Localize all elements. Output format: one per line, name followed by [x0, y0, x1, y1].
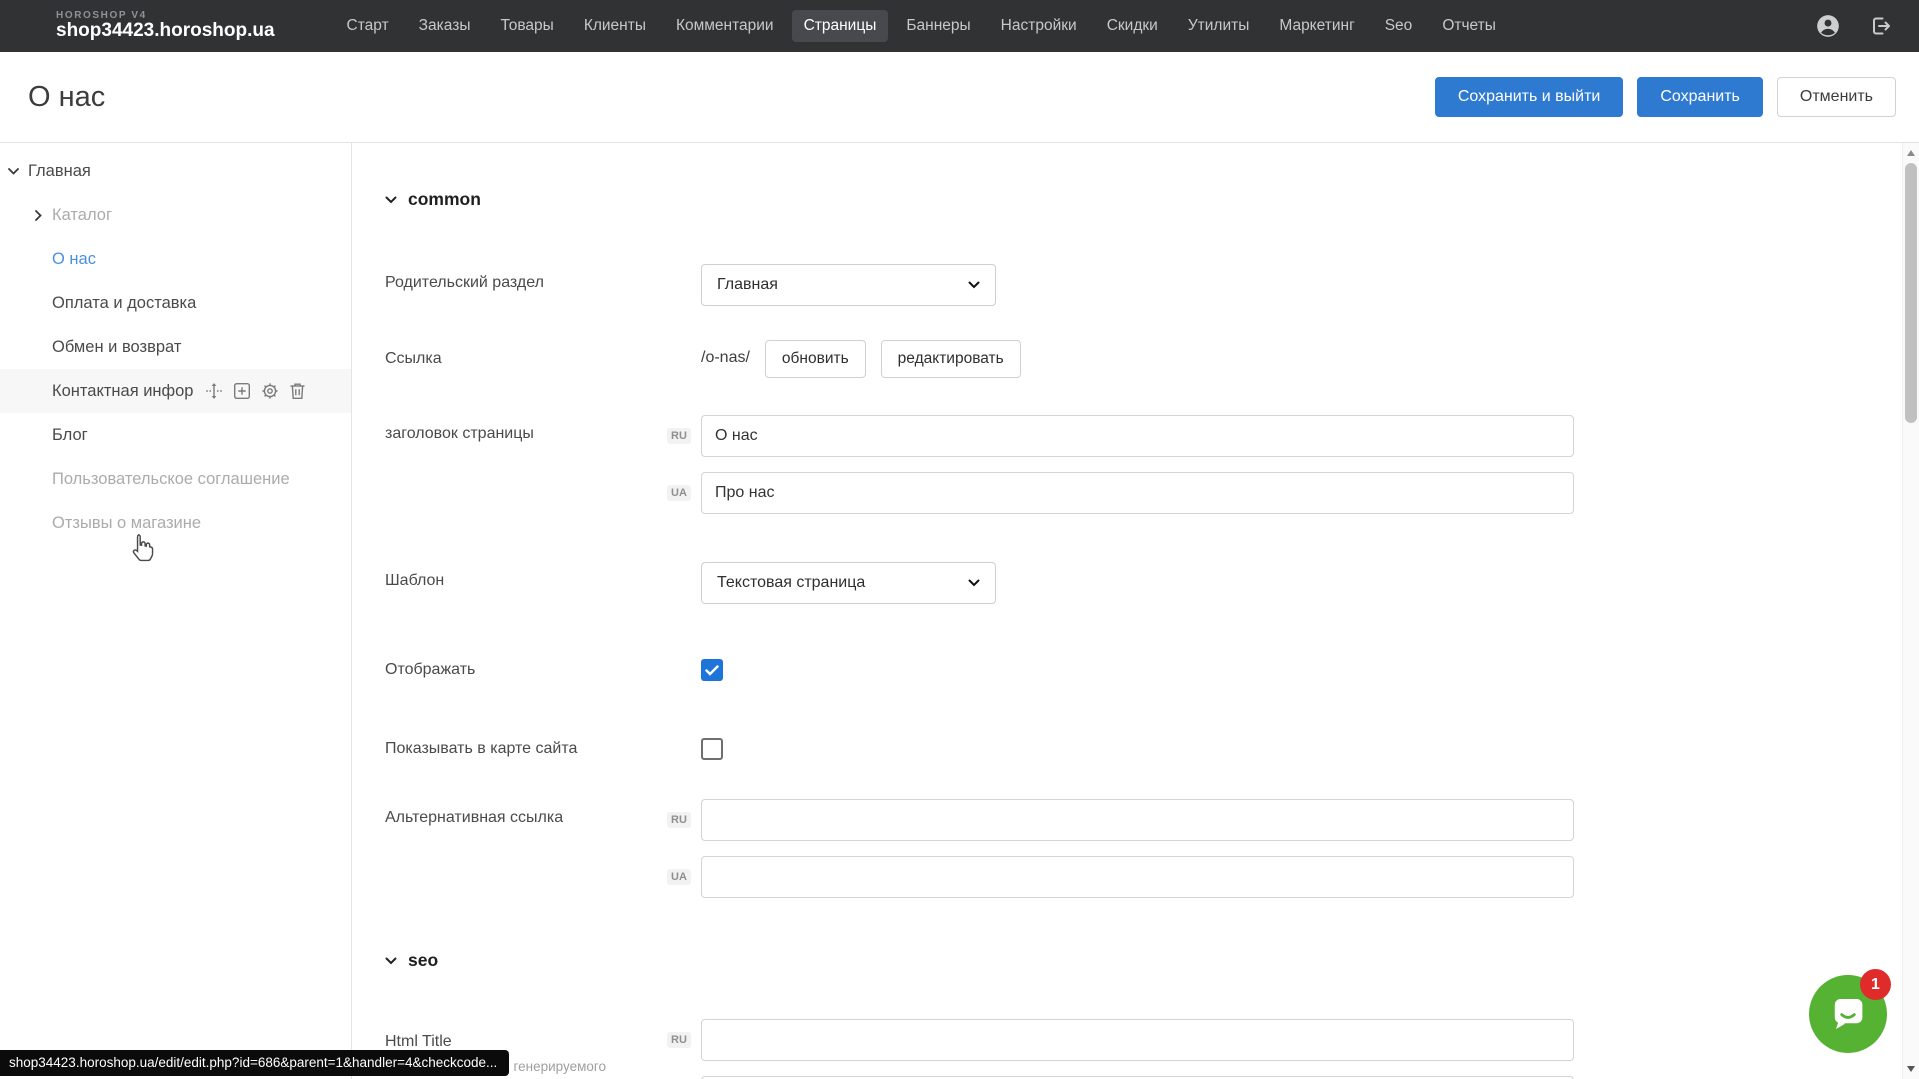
sitemap-label: Показывать в карте сайта — [385, 730, 701, 758]
lang-ru-badge: RU — [667, 428, 691, 444]
tree-item-actions — [205, 382, 306, 400]
sidebar-item-label: О нас — [52, 250, 96, 269]
scrollbar-thumb[interactable] — [1905, 163, 1917, 423]
sidebar-item[interactable]: Главная — [0, 149, 351, 193]
html-title-label: Html Title — [385, 1029, 701, 1051]
save-button[interactable]: Сохранить — [1637, 77, 1763, 117]
section-common[interactable]: common — [385, 189, 1879, 210]
html-title-ru-input[interactable] — [701, 1019, 1574, 1061]
topbar-menu: СтартЗаказыТоварыКлиентыКомментарииСтран… — [335, 10, 1508, 42]
display-label: Отображать — [385, 651, 701, 679]
lang-ua-badge: UA — [667, 485, 691, 501]
gear-icon[interactable] — [261, 382, 279, 400]
chevron-down-icon — [968, 579, 980, 587]
template-value: Текстовая страница — [717, 574, 865, 592]
chat-bubble-icon — [1825, 991, 1871, 1037]
sidebar-item[interactable]: Оплата и доставка — [0, 281, 351, 325]
sidebar-item[interactable]: О нас — [0, 237, 351, 281]
account-icon[interactable] — [1815, 13, 1841, 39]
menu-item-старт[interactable]: Старт — [335, 10, 401, 42]
menu-item-комментарии[interactable]: Комментарии — [664, 10, 786, 42]
section-title: common — [408, 189, 481, 210]
chevron-down-icon — [385, 196, 397, 204]
menu-item-клиенты[interactable]: Клиенты — [572, 10, 658, 42]
menu-item-настройки[interactable]: Настройки — [989, 10, 1089, 42]
chevron-right-icon[interactable] — [33, 212, 44, 219]
refresh-link-button[interactable]: обновить — [765, 340, 866, 378]
page-title-field-label: заголовок страницы — [385, 415, 701, 443]
link-label: Ссылка — [385, 340, 701, 368]
scroll-up-arrow[interactable] — [1903, 145, 1919, 161]
chevron-down-icon — [968, 281, 980, 289]
menu-item-утилиты[interactable]: Утилиты — [1176, 10, 1262, 42]
check-icon — [705, 665, 719, 676]
sidebar-item[interactable]: Пользовательское соглашение — [0, 457, 351, 501]
lang-ru-badge: RU — [667, 812, 691, 828]
section-title: seo — [408, 950, 438, 971]
lang-ru-badge: RU — [667, 1032, 691, 1048]
chevron-down-icon[interactable] — [8, 168, 19, 175]
template-select[interactable]: Текстовая страница — [701, 562, 996, 604]
link-path: /o-nas/ — [701, 340, 750, 378]
sidebar-item[interactable]: Отзывы о магазине — [0, 501, 351, 545]
parent-section-select[interactable]: Главная — [701, 264, 996, 306]
scroll-down-arrow[interactable] — [1903, 1061, 1919, 1077]
parent-section-label: Родительский раздел — [385, 264, 701, 292]
logout-icon[interactable] — [1867, 13, 1893, 39]
add-page-icon[interactable] — [233, 382, 251, 400]
status-url-tooltip: shop34423.horoshop.ua/edit/edit.php?id=6… — [0, 1050, 509, 1076]
sidebar-item[interactable]: Блог — [0, 413, 351, 457]
page-title-ru-input[interactable] — [701, 415, 1574, 457]
header-buttons: Сохранить и выйти Сохранить Отменить — [1435, 77, 1896, 117]
chevron-down-icon — [385, 957, 397, 965]
page-title: О нас — [28, 81, 105, 114]
alt-link-ua-input[interactable] — [701, 856, 1574, 898]
edit-link-button[interactable]: редактировать — [881, 340, 1021, 378]
sidebar-item-label: Отзывы о магазине — [52, 514, 201, 533]
brand-domain: shop34423.horoshop.ua — [56, 21, 275, 41]
sidebar-item-label: Обмен и возврат — [52, 338, 181, 357]
alt-link-ru-input[interactable] — [701, 799, 1574, 841]
topbar: HOROSHOP V4 shop34423.horoshop.ua СтартЗ… — [0, 0, 1919, 52]
sidebar-item[interactable]: Контактная инфор — [0, 369, 351, 413]
page-header: О нас Сохранить и выйти Сохранить Отмени… — [0, 52, 1919, 143]
display-checkbox[interactable] — [701, 659, 723, 681]
menu-item-страницы[interactable]: Страницы — [792, 10, 889, 42]
cancel-button[interactable]: Отменить — [1777, 77, 1896, 117]
parent-section-value: Главная — [717, 276, 778, 294]
main-form: common Родительский раздел Главная Ссылк… — [352, 143, 1919, 1079]
brand: HOROSHOP V4 shop34423.horoshop.ua — [0, 11, 275, 41]
menu-item-баннеры[interactable]: Баннеры — [894, 10, 982, 42]
template-label: Шаблон — [385, 562, 701, 590]
sidebar-tree: Главная Каталог О нас Оплата и доставка Обме… — [0, 143, 352, 1079]
sidebar-item-label: Пользовательское соглашение — [52, 470, 290, 489]
sidebar-item-label: Оплата и доставка — [52, 294, 196, 313]
scrollbar[interactable] — [1902, 143, 1919, 1079]
menu-item-товары[interactable]: Товары — [488, 10, 565, 42]
page-title-ua-input[interactable] — [701, 472, 1574, 514]
sidebar-item-label: Каталог — [52, 206, 112, 225]
sidebar-item-label: Контактная инфор — [52, 382, 193, 401]
sidebar-item-label: Блог — [52, 426, 88, 445]
save-and-exit-button[interactable]: Сохранить и выйти — [1435, 77, 1624, 117]
menu-item-маркетинг[interactable]: Маркетинг — [1267, 10, 1366, 42]
menu-item-заказы[interactable]: Заказы — [407, 10, 483, 42]
chat-unread-badge: 1 — [1860, 969, 1891, 1000]
move-icon[interactable] — [205, 382, 223, 400]
topbar-right — [1815, 13, 1919, 39]
sidebar-item[interactable]: Обмен и возврат — [0, 325, 351, 369]
menu-item-seo[interactable]: Seo — [1373, 10, 1425, 42]
sitemap-checkbox[interactable] — [701, 738, 723, 760]
trash-icon[interactable] — [289, 382, 306, 400]
sidebar-item-label: Главная — [28, 162, 91, 181]
menu-item-отчеты[interactable]: Отчеты — [1430, 10, 1508, 42]
alt-link-label: Альтернативная ссылка — [385, 799, 701, 827]
body: Главная Каталог О нас Оплата и доставка Обме… — [0, 143, 1919, 1079]
section-seo[interactable]: seo — [385, 950, 1879, 971]
menu-item-скидки[interactable]: Скидки — [1095, 10, 1170, 42]
chat-widget-button[interactable]: 1 — [1809, 975, 1887, 1053]
lang-ua-badge: UA — [667, 869, 691, 885]
sidebar-item[interactable]: Каталог — [0, 193, 351, 237]
